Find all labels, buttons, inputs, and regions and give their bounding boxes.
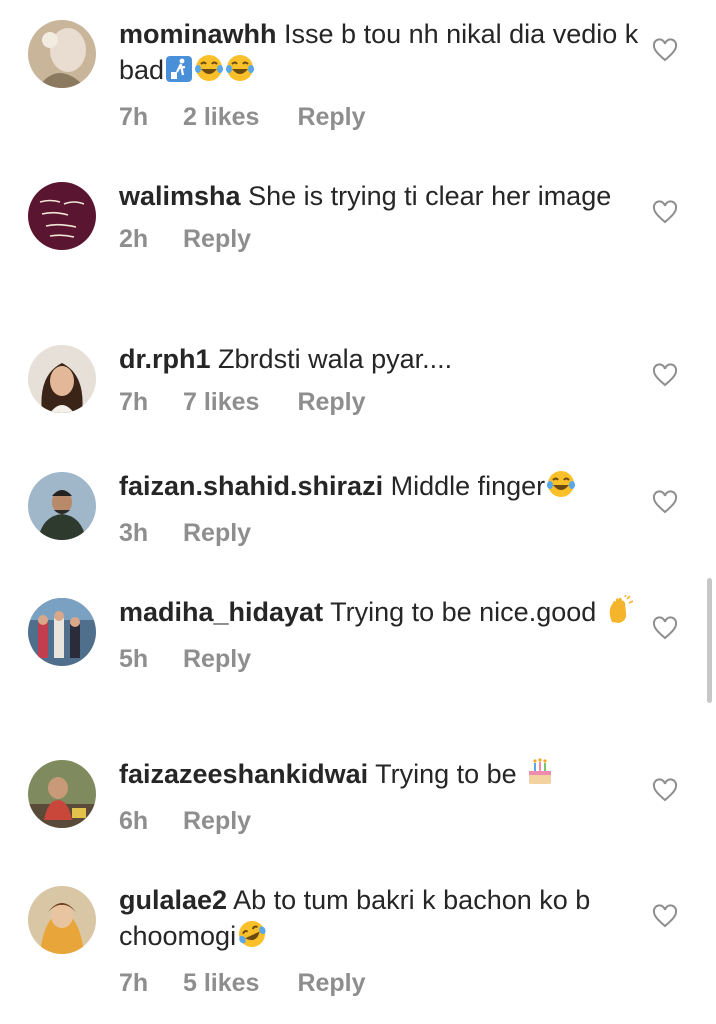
reply-button[interactable]: Reply [297, 387, 365, 417]
reply-button[interactable]: Reply [183, 224, 251, 254]
scrollbar[interactable] [707, 578, 712, 703]
comment-meta: 7h 7 likes Reply [119, 387, 639, 417]
comment-text: faizan.shahid.shirazi Middle finger [119, 468, 639, 508]
litter-bin-icon [165, 55, 193, 92]
laughing-tears-icon [225, 53, 255, 92]
rolling-laughing-icon [237, 919, 267, 958]
comment-meta: 7h 5 likes Reply [119, 968, 639, 998]
reply-button[interactable]: Reply [183, 518, 251, 548]
comment-body: Trying to be [375, 759, 517, 789]
reply-button[interactable]: Reply [183, 644, 251, 674]
comment-text: madiha_hidayat Trying to be nice.good [119, 594, 639, 634]
avatar[interactable] [28, 598, 96, 666]
comment-time: 7h [119, 103, 149, 131]
heart-icon[interactable] [652, 616, 678, 640]
comment-username[interactable]: dr.rph1 [119, 344, 211, 374]
clapping-hand-icon [605, 594, 635, 634]
comment-meta: 2h Reply [119, 224, 639, 254]
comment-body: Trying to be nice.good [330, 597, 597, 627]
reply-button[interactable]: Reply [297, 968, 365, 998]
avatar[interactable] [28, 345, 96, 413]
avatar[interactable] [28, 886, 96, 954]
comment-text: dr.rph1 Zbrdsti wala pyar.... [119, 341, 639, 377]
heart-icon[interactable] [652, 38, 678, 62]
comment-likes[interactable]: 7 likes [183, 387, 259, 417]
comment-meta: 7h 2 likes Reply [119, 102, 639, 132]
comment-body: Middle finger [390, 471, 546, 501]
comment-username[interactable]: walimsha [119, 181, 241, 211]
comment-likes[interactable]: 5 likes [183, 968, 259, 998]
comment-username[interactable]: mominawhh [119, 19, 277, 49]
comment-text: mominawhh Isse b tou nh nikal dia vedio … [119, 16, 639, 92]
comment-time: 2h [119, 225, 149, 253]
heart-icon[interactable] [652, 490, 678, 514]
comment-time: 5h [119, 645, 149, 673]
comment-time: 7h [119, 969, 149, 997]
comment-text: gulalae2 Ab to tum bakri k bachon ko b c… [119, 882, 639, 958]
comment-time: 6h [119, 807, 149, 835]
laughing-tears-icon [194, 53, 224, 92]
comment-text: faizazeeshankidwai Trying to be [119, 756, 639, 796]
comment-body: Zbrdsti wala pyar.... [218, 344, 453, 374]
reply-button[interactable]: Reply [183, 806, 251, 836]
comment-meta: 5h Reply [119, 644, 639, 674]
comment-text: walimsha She is trying ti clear her imag… [119, 178, 639, 214]
avatar[interactable] [28, 20, 96, 88]
avatar[interactable] [28, 760, 96, 828]
comment-likes[interactable]: 2 likes [183, 102, 259, 132]
laughing-tears-icon [546, 469, 576, 508]
heart-icon[interactable] [652, 904, 678, 928]
comment-username[interactable]: madiha_hidayat [119, 597, 323, 627]
avatar[interactable] [28, 472, 96, 540]
heart-icon[interactable] [652, 778, 678, 802]
comment-body: She is trying ti clear her image [248, 181, 612, 211]
avatar[interactable] [28, 182, 96, 250]
heart-icon[interactable] [652, 200, 678, 224]
heart-icon[interactable] [652, 363, 678, 387]
comment-username[interactable]: faizazeeshankidwai [119, 759, 368, 789]
comment-time: 7h [119, 388, 149, 416]
comment-meta: 6h Reply [119, 806, 639, 836]
comment-username[interactable]: faizan.shahid.shirazi [119, 471, 383, 501]
birthday-cake-icon [525, 757, 555, 796]
reply-button[interactable]: Reply [297, 102, 365, 132]
comment-time: 3h [119, 519, 149, 547]
comment-username[interactable]: gulalae2 [119, 885, 227, 915]
comment-meta: 3h Reply [119, 518, 639, 548]
